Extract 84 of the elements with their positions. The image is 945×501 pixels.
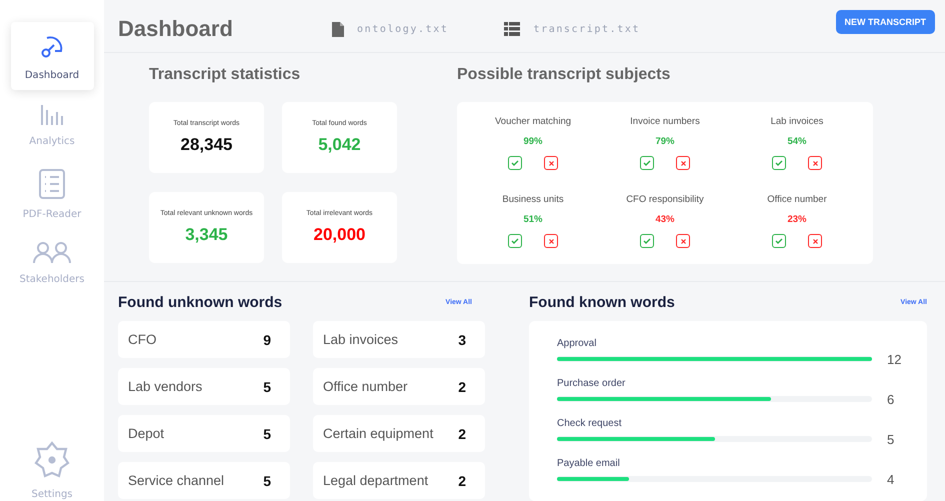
word-label: Purchase order <box>557 378 626 389</box>
page-title: Dashboard <box>118 16 234 42</box>
file-name: transcript.txt <box>533 24 640 35</box>
word-label: Check request <box>557 418 622 429</box>
close-icon <box>680 238 686 244</box>
word-count: 2 <box>458 378 466 394</box>
accept-button[interactable] <box>640 156 654 170</box>
subject-name: Voucher matching <box>494 116 572 128</box>
word-count: 9 <box>263 332 271 348</box>
close-icon <box>680 160 686 166</box>
subject-name: CFO responsibility <box>626 194 704 206</box>
section-title: Found unknown words <box>118 294 282 311</box>
sidebar-item[interactable]: Dashboard <box>10 22 94 90</box>
reject-button[interactable] <box>808 234 822 248</box>
word-count: 4 <box>887 472 894 487</box>
accept-button[interactable] <box>640 234 654 248</box>
section-title: Possible transcript subjects <box>457 66 672 84</box>
word-label: Lab invoices <box>323 332 398 347</box>
stat-value: 28,345 <box>180 135 232 156</box>
file-name: ontology.txt <box>357 24 448 35</box>
subject-name: Invoice numbers <box>630 116 700 128</box>
subject-percent: 23% <box>787 214 806 226</box>
sidebar-item[interactable]: PDF-Reader <box>10 157 94 228</box>
settings-icon <box>34 441 70 479</box>
accept-button[interactable] <box>508 234 522 248</box>
word-label: Certain equipment <box>323 426 434 441</box>
close-icon <box>548 160 554 166</box>
subject-percent: 43% <box>655 214 674 226</box>
word-label: Service channel <box>128 473 224 488</box>
accept-button[interactable] <box>772 156 786 170</box>
word-count: 5 <box>263 426 271 442</box>
close-icon <box>812 238 818 244</box>
word-count: 6 <box>887 392 894 407</box>
check-icon <box>775 238 783 244</box>
word-label: Legal department <box>323 473 428 488</box>
section-title: Found known words <box>529 294 675 311</box>
section-title: Transcript statistics <box>149 66 302 84</box>
new-transcript-button[interactable]: NEW TRANSCRIPT <box>836 10 935 34</box>
gauge-icon <box>39 34 65 60</box>
subject-percent: 54% <box>787 136 806 148</box>
subject-percent: 51% <box>523 214 542 226</box>
word-label: CFO <box>128 332 156 347</box>
accept-button[interactable] <box>508 156 522 170</box>
subject-percent: 79% <box>655 136 674 148</box>
word-label: Lab vendors <box>128 379 202 394</box>
reject-button[interactable] <box>544 234 558 248</box>
word-label: Payable email <box>557 458 621 469</box>
subject-percent: 99% <box>523 136 542 148</box>
word-count: 5 <box>887 432 894 447</box>
word-label: Depot <box>128 426 164 441</box>
bar-chart-icon <box>40 104 64 126</box>
sidebar-item[interactable]: Settings <box>10 429 94 501</box>
word-count: 5 <box>263 378 271 394</box>
reject-button[interactable] <box>808 156 822 170</box>
reject-button[interactable] <box>676 234 690 248</box>
check-icon <box>511 238 519 244</box>
word-count: 3 <box>458 332 466 348</box>
file-icon <box>332 22 344 37</box>
word-count: 2 <box>458 472 466 488</box>
accept-button[interactable] <box>772 234 786 248</box>
reject-button[interactable] <box>676 156 690 170</box>
stat-value: 20,000 <box>314 225 366 246</box>
word-count: 12 <box>887 352 902 367</box>
check-icon <box>775 160 783 166</box>
sidebar-item[interactable]: Stakeholders <box>10 230 94 293</box>
reject-button[interactable] <box>544 156 558 170</box>
stat-value: 5,042 <box>318 135 361 156</box>
word-count: 2 <box>458 426 466 442</box>
list-icon <box>504 22 520 36</box>
check-icon <box>511 160 519 166</box>
subject-name: Lab invoices <box>770 116 824 128</box>
subject-name: Business units <box>502 194 564 206</box>
word-count: 5 <box>263 472 271 488</box>
word-label: Approval <box>557 338 598 349</box>
word-label: Office number <box>323 379 408 394</box>
close-icon <box>548 238 554 244</box>
check-icon <box>643 160 651 166</box>
stat-value: 3,345 <box>185 225 228 246</box>
close-icon <box>812 160 818 166</box>
document-list-icon <box>39 169 65 199</box>
subject-name: Office number <box>767 194 827 206</box>
check-icon <box>643 238 651 244</box>
people-icon <box>33 242 71 264</box>
sidebar-item[interactable]: Analytics <box>10 92 94 155</box>
